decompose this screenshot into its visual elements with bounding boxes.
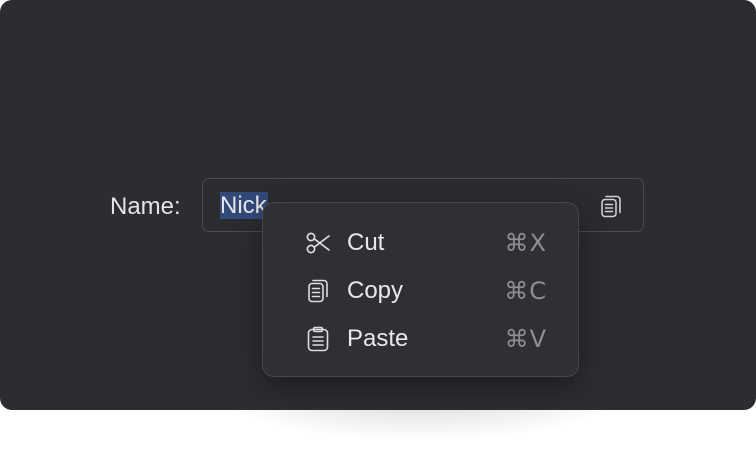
menu-item-copy-shortcut: ⌘C (504, 277, 547, 305)
scissors-icon (306, 232, 330, 254)
menu-item-paste[interactable]: Paste ⌘V (263, 317, 577, 361)
copy-icon[interactable] (598, 192, 624, 220)
copy-icon (308, 279, 328, 303)
name-input-value[interactable]: Nick (220, 191, 268, 221)
context-menu: Cut ⌘X Copy ⌘C Paste ⌘V (262, 202, 579, 377)
clipboard-icon (307, 326, 329, 352)
dark-window: Name: Nick Cut ⌘X Copy ⌘C Paste ⌘V (0, 0, 756, 410)
menu-item-paste-shortcut: ⌘V (504, 325, 547, 353)
menu-item-cut-shortcut: ⌘X (504, 229, 547, 257)
menu-item-cut-label: Cut (347, 229, 385, 256)
menu-item-copy-label: Copy (347, 277, 404, 304)
name-label: Name: (110, 193, 181, 220)
menu-item-cut[interactable]: Cut ⌘X (263, 221, 577, 265)
selected-text: Nick (220, 192, 268, 219)
menu-item-paste-label: Paste (347, 325, 409, 352)
menu-item-copy[interactable]: Copy ⌘C (263, 269, 577, 313)
